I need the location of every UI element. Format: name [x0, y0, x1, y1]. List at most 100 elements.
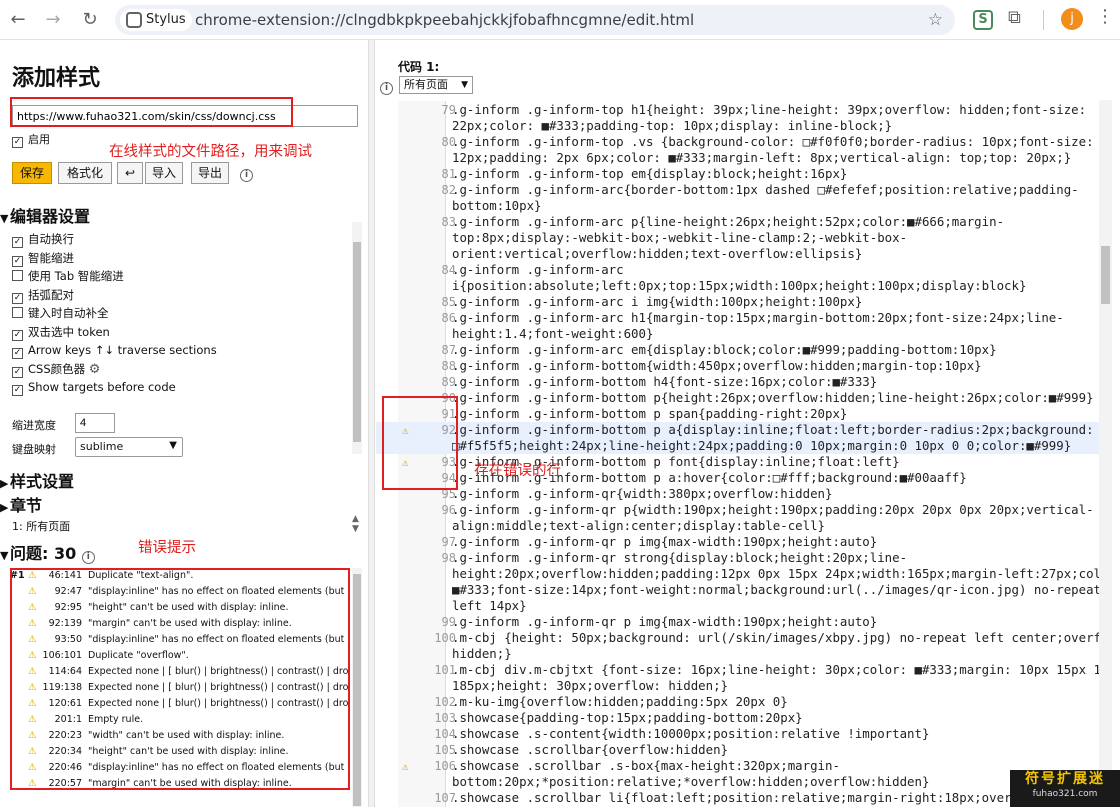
profile-avatar[interactable]: j — [1061, 8, 1083, 30]
code-section-label: 代码 1: — [398, 60, 440, 74]
option-word-wrap[interactable]: ✓ 自动换行 — [12, 230, 217, 249]
code-line[interactable]: 104 .showcase .s-content{width:10000px;po… — [376, 726, 1099, 742]
code-line[interactable]: 84 .g-inform .g-inform-arc — [376, 262, 1099, 278]
code-line[interactable]: 22px;color: ■#333;padding-top: 10px;disp… — [376, 118, 1099, 134]
line-number: 105 — [434, 743, 456, 757]
option-bracket-match[interactable]: ✓ 括弧配对 — [12, 286, 217, 305]
code-text: bottom:10px} — [452, 198, 542, 213]
save-button[interactable]: 保存 — [12, 162, 52, 184]
code-line[interactable]: □#f5f5f5;height:24px;line-height:24px;pa… — [376, 438, 1099, 454]
export-button[interactable]: 导出 — [191, 162, 229, 184]
enable-checkbox-row[interactable]: ✓ 启用 — [12, 131, 50, 148]
code-line[interactable]: 100 .m-cbj {height: 50px;background: url(… — [376, 630, 1099, 646]
code-line[interactable]: 89 .g-inform .g-inform-bottom h4{font-siz… — [376, 374, 1099, 390]
option-autocomplete[interactable]: 键入时自动补全 — [12, 304, 217, 323]
enable-checkbox[interactable]: ✓ — [12, 137, 23, 148]
code-line[interactable]: 185px;height: 30px;overflow: hidden;} — [376, 678, 1099, 694]
line-number: 88 — [441, 359, 456, 373]
code-line[interactable]: 87 .g-inform .g-inform-arc em{display:blo… — [376, 342, 1099, 358]
issues-info-icon[interactable]: i — [81, 551, 95, 564]
line-number: 98 — [441, 551, 456, 565]
code-line[interactable]: 105 .showcase .scrollbar{overflow:hidden} — [376, 742, 1099, 758]
code-line[interactable]: 81 .g-inform .g-inform-top em{display:blo… — [376, 166, 1099, 182]
option-arrow-keys[interactable]: ✓ Arrow keys ↑↓ traverse sections — [12, 341, 217, 360]
code-line[interactable]: 82 .g-inform .g-inform-arc{border-bottom:… — [376, 182, 1099, 198]
editor-settings-header[interactable]: ▼编辑器设置 — [0, 203, 90, 227]
annotation-box-issues — [10, 568, 350, 790]
code-line[interactable]: 90 .g-inform .g-inform-bottom p{height:26… — [376, 390, 1099, 406]
code-text: □#f5f5f5;height:24px;line-height:24px;pa… — [452, 438, 1072, 453]
forward-icon[interactable]: → — [40, 7, 66, 33]
applies-to-select[interactable]: 所有页面 ▼ — [399, 76, 473, 94]
code-line[interactable]: i{position:absolute;left:0px;top:15px;wi… — [376, 278, 1099, 294]
code-line[interactable]: 88 .g-inform .g-inform-bottom{width:450px… — [376, 358, 1099, 374]
code-line[interactable]: bottom:20px;*position:relative;*overflow… — [376, 774, 1099, 790]
section-info-icon[interactable]: i — [380, 79, 393, 95]
help-info-icon[interactable]: i — [240, 166, 253, 182]
code-line[interactable]: 91 .g-inform .g-inform-bottom p span{padd… — [376, 406, 1099, 422]
code-line[interactable]: 83 .g-inform .g-inform-arc p{line-height:… — [376, 214, 1099, 230]
url-text[interactable]: chrome-extension://clngdbkpkpeebahjckkjf… — [195, 5, 694, 35]
stylus-extension-icon[interactable]: S — [973, 10, 993, 30]
code-line[interactable]: 12px;padding: 2px 6px;color: ■#333;margi… — [376, 150, 1099, 166]
keymap-select[interactable]: sublime ▼ — [75, 437, 183, 457]
option-dblclick-token[interactable]: ✓ 双击选中 token — [12, 323, 217, 342]
code-line[interactable]: bottom:10px} — [376, 198, 1099, 214]
browser-menu-icon[interactable]: ⋮ — [1096, 6, 1114, 27]
section-item[interactable]: 1: 所有页面 — [12, 520, 70, 533]
import-button[interactable]: 导入 — [145, 162, 183, 184]
code-line[interactable]: 98 .g-inform .g-inform-qr strong{display:… — [376, 550, 1099, 566]
sections-header[interactable]: ▶章节 — [0, 492, 42, 516]
extensions-puzzle-icon[interactable]: ⧉ — [1008, 7, 1021, 28]
code-line[interactable]: 97 .g-inform .g-inform-qr p img{max-width… — [376, 534, 1099, 550]
code-line[interactable]: top:8px;display:-webkit-box;-webkit-line… — [376, 230, 1099, 246]
option-color-picker[interactable]: ✓ CSS颜色器 ⚙ — [12, 360, 217, 379]
code-line[interactable]: orient:vertical;overflow:hidden;text-ove… — [376, 246, 1099, 262]
code-line[interactable]: ■#333;font-size:14px;font-weight:normal;… — [376, 582, 1099, 598]
code-line[interactable]: height:1.4;font-weight:600} — [376, 326, 1099, 342]
code-line[interactable]: 96 .g-inform .g-inform-qr p{width:190px;h… — [376, 502, 1099, 518]
code-line[interactable]: 95 .g-inform .g-inform-qr{width:380px;ove… — [376, 486, 1099, 502]
site-chip[interactable]: Stylus — [120, 9, 192, 31]
style-settings-header[interactable]: ▶样式设置 — [0, 468, 74, 492]
option-show-targets[interactable]: ✓ Show targets before code — [12, 378, 217, 397]
code-text: .showcase .scrollbar li{float:left;posit… — [452, 790, 1099, 805]
code-line[interactable]: 80 .g-inform .g-inform-top .vs {backgroun… — [376, 134, 1099, 150]
code-line[interactable]: ⚠ 92 .g-inform .g-inform-bottom p a{displa… — [376, 422, 1099, 438]
bookmark-star-icon[interactable]: ☆ — [928, 5, 943, 35]
settings-scrollbar[interactable] — [352, 222, 362, 454]
code-line[interactable]: align:middle;text-align:center;display:t… — [376, 518, 1099, 534]
code-line[interactable]: left 14px} — [376, 598, 1099, 614]
code-line[interactable]: 99 .g-inform .g-inform-qr p img{max-width… — [376, 614, 1099, 630]
code-line[interactable]: 101 .m-cbj div.m-cbjtxt {font-size: 16px;… — [376, 662, 1099, 678]
format-button[interactable]: 格式化 — [58, 162, 112, 184]
code-text: bottom:20px;*position:relative;*overflow… — [452, 774, 930, 789]
indent-width-input[interactable] — [75, 413, 115, 433]
code-area[interactable]: 79 .g-inform .g-inform-top h1{height: 39p… — [376, 102, 1099, 807]
annotation-issues-note: 错误提示 — [138, 540, 196, 556]
panel-splitter[interactable] — [368, 40, 375, 807]
gear-icon[interactable]: ⚙ — [89, 362, 101, 377]
code-line[interactable]: 107 .showcase .scrollbar li{float:left;po… — [376, 790, 1099, 806]
option-smart-indent[interactable]: ✓ 智能缩进 — [12, 249, 217, 268]
back-icon[interactable]: ← — [5, 7, 31, 33]
line-number: 85 — [441, 295, 456, 309]
option-tab-indent[interactable]: 使用 Tab 智能缩进 — [12, 267, 217, 286]
address-bar[interactable]: Stylus chrome-extension://clngdbkpkpeeba… — [115, 5, 955, 35]
reload-icon[interactable]: ↻ — [77, 7, 103, 33]
code-text: .g-inform .g-inform-bottom p{height:26px… — [452, 390, 1094, 405]
issues-scrollbar[interactable] — [352, 568, 362, 807]
code-line[interactable]: 102 .m-ku-img{overflow:hidden;padding:5px… — [376, 694, 1099, 710]
sections-list[interactable]: 1: 所有页面 — [12, 518, 352, 534]
issues-header[interactable]: ▼问题: 30 i — [0, 540, 95, 564]
code-line[interactable]: 86 .g-inform .g-inform-arc h1{margin-top:… — [376, 310, 1099, 326]
code-line[interactable]: 79 .g-inform .g-inform-top h1{height: 39p… — [376, 102, 1099, 118]
code-scrollbar[interactable] — [1099, 100, 1112, 807]
code-line[interactable]: 103 .showcase{padding-top:15px;padding-bo… — [376, 710, 1099, 726]
code-line[interactable]: 85 .g-inform .g-inform-arc i img{width:10… — [376, 294, 1099, 310]
code-line[interactable]: hidden;} — [376, 646, 1099, 662]
code-line[interactable]: ⚠ 106 .showcase .scrollbar .s-box{max-heig… — [376, 758, 1099, 774]
undo-button[interactable]: ↩ — [117, 162, 143, 184]
sections-scroll-arrows[interactable]: ▲ ▼ — [352, 514, 359, 534]
code-line[interactable]: height:20px;overflow:hidden;padding:12px… — [376, 566, 1099, 582]
